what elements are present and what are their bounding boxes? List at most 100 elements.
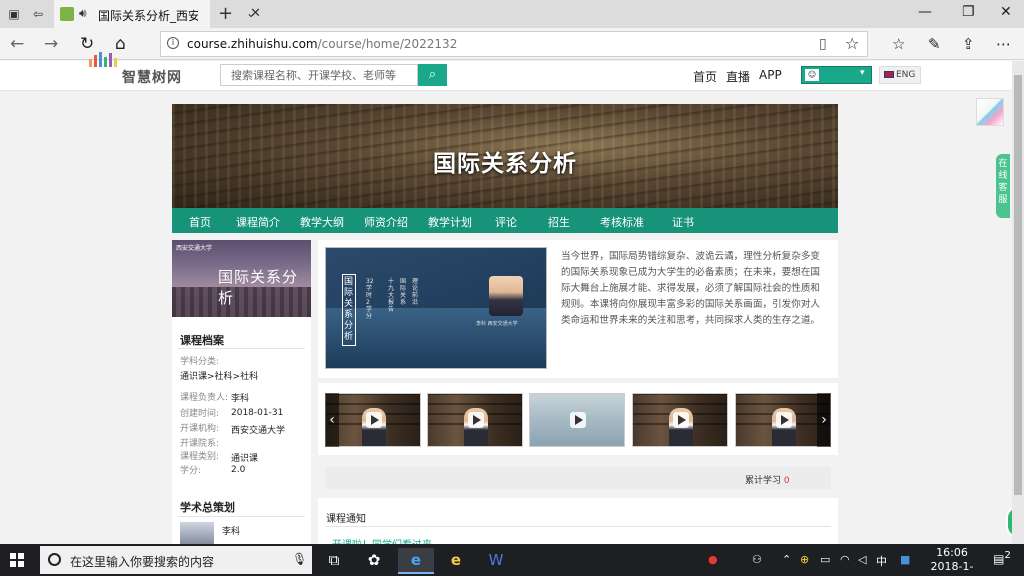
tab-manager-icon[interactable]: ▣ [6, 6, 22, 22]
course-nav-intro[interactable]: 课程简介 [236, 214, 280, 230]
windows-start-icon[interactable] [10, 553, 24, 567]
header-link-home[interactable]: 首页 [693, 68, 717, 85]
video-thumbnail[interactable] [427, 393, 523, 447]
new-tab-icon[interactable]: + [218, 3, 233, 24]
course-search-input[interactable] [220, 64, 418, 86]
tab-preview-chevron-icon[interactable]: ⌄ [246, 6, 256, 20]
planner-heading: 学术总策划 [180, 501, 235, 514]
planner-avatar[interactable] [180, 522, 214, 546]
edge-browser-icon[interactable]: e [398, 548, 434, 574]
language-switch[interactable]: ENG [879, 66, 921, 84]
clock-time: 16:06 [936, 546, 968, 559]
word-app-icon[interactable]: W [478, 548, 514, 574]
planner-name[interactable]: 李科 [222, 524, 240, 537]
course-nav-plan[interactable]: 教学计划 [428, 214, 472, 230]
course-notice-card: 课程通知 开课啦！同学们看过来~ [318, 498, 838, 551]
antivirus-tray-icon[interactable]: ● [708, 553, 718, 566]
windows-taskbar: 在这里输入你要搜索的内容 🎙︎ ⧉ ✿ e e W ● ⚇ ⌃ ⊕ ▭ ◠ ◁ … [0, 544, 1024, 576]
intro-video-player[interactable]: 国际关系分析 32学时 2学分 十九大报告 国际关系 理论前沿 李科 西安交通大… [325, 247, 547, 369]
favorites-hub-icon[interactable]: ☆ [892, 35, 905, 53]
cover-school-caption: 西安交通大学 [176, 245, 213, 252]
play-icon [468, 412, 484, 428]
taskbar-search-box[interactable]: 在这里输入你要搜索的内容 🎙︎ [40, 546, 312, 574]
created-value: 2018-01-31 [231, 408, 284, 418]
play-icon [366, 412, 382, 428]
video-thumbnail[interactable] [529, 393, 625, 447]
browser-tab[interactable]: 🔊︎ 国际关系分析_西安 ✕ [54, 0, 261, 28]
org-value: 西安交通大学 [231, 426, 286, 436]
header-link-live[interactable]: 直播 [726, 68, 750, 85]
video-thumbnail[interactable] [325, 393, 421, 447]
study-count-bar: 累计学习 0 [325, 467, 831, 489]
url-field[interactable]: i course.zhihuishu.com/course/home/20221… [160, 31, 868, 57]
web-note-icon[interactable]: ✎ [928, 35, 941, 53]
online-service-tab[interactable]: 在线客服 [996, 154, 1010, 218]
course-nav-comments[interactable]: 评论 [495, 214, 517, 230]
url-text[interactable]: course.zhihuishu.com/course/home/2022132 [187, 37, 457, 51]
browser-tab-bar: ▣ ⇦ 🔊︎ 国际关系分析_西安 ✕ + ⌄ — ❐ ✕ [0, 0, 1024, 28]
set-aside-tabs-icon[interactable]: ⇦ [30, 6, 46, 22]
video-line: 理论前沿 [412, 278, 419, 306]
ime-indicator[interactable]: 中 [876, 553, 887, 569]
site-logo-text[interactable]: 智慧树网 [122, 67, 182, 87]
favorite-star-icon[interactable]: ☆ [845, 34, 859, 53]
carousel-next-icon[interactable]: › [817, 393, 831, 447]
plus-tray-icon[interactable]: ⊕ [800, 553, 809, 566]
header-link-app[interactable]: APP [759, 68, 782, 82]
back-icon[interactable]: ← [10, 34, 24, 54]
site-info-icon[interactable]: i [167, 37, 179, 49]
course-nav-syllabus[interactable]: 教学大纲 [300, 214, 344, 230]
page-corner-ad[interactable] [976, 98, 1004, 126]
forward-icon[interactable]: → [44, 34, 58, 54]
user-dropdown[interactable]: ☺ ▾ [801, 66, 872, 84]
more-menu-icon[interactable]: ⋯ [996, 35, 1011, 53]
page-scrollbar[interactable] [1012, 61, 1024, 544]
reading-view-icon[interactable]: ▯ [819, 36, 827, 52]
video-thumbnail[interactable] [632, 393, 728, 447]
owner-label: 课程负责人: [180, 393, 229, 403]
volume-icon[interactable]: ◁ [858, 553, 866, 566]
video-credit-text: 32学时 2学分 [366, 278, 374, 320]
ie-browser-icon[interactable]: e [438, 548, 474, 574]
home-icon[interactable]: ⌂ [115, 34, 126, 54]
course-nav-assessment[interactable]: 考核标准 [600, 214, 644, 230]
pinwheel-app-icon[interactable]: ✿ [356, 548, 392, 574]
close-window-icon[interactable]: ✕ [1000, 4, 1012, 20]
battery-icon[interactable]: ▭ [820, 553, 830, 566]
taskbar-search-text: 在这里输入你要搜索的内容 [70, 555, 215, 569]
tray-overflow-icon[interactable]: ⌃ [782, 553, 791, 566]
course-nav-certificate[interactable]: 证书 [672, 214, 694, 230]
course-profile-panel: 西安交通大学 国际关系分析 课程档案 学科分类: 通识课>社科>社科 课程负责人… [172, 240, 311, 546]
minimize-icon[interactable]: — [918, 4, 932, 20]
microphone-icon[interactable]: 🎙︎ [292, 552, 307, 566]
app-tray-icon[interactable]: ■ [900, 553, 910, 566]
video-thumbnail-strip: ‹ › [318, 383, 838, 455]
dropdown-caret-icon: ▾ [860, 68, 865, 78]
carousel-prev-icon[interactable]: ‹ [325, 393, 339, 447]
speaker-icon[interactable]: 🔊︎ [79, 6, 87, 21]
taskbar-clock[interactable]: 16:06 2018-1-31 [924, 546, 980, 576]
task-view-icon[interactable]: ⧉ [316, 548, 352, 574]
action-center-icon[interactable]: ▤2 [992, 550, 1012, 570]
course-nav-enroll[interactable]: 招生 [548, 214, 570, 230]
course-cover-image: 西安交通大学 国际关系分析 [172, 240, 311, 317]
study-count: 累计学习 0 [745, 476, 790, 486]
course-nav-home[interactable]: 首页 [189, 214, 211, 230]
course-nav-faculty[interactable]: 师资介绍 [364, 214, 408, 230]
course-nav: 首页 课程简介 教学大纲 师资介绍 教学计划 评论 招生 考核标准 证书 [172, 208, 838, 233]
credit-label: 学分: [180, 466, 202, 476]
divider [325, 526, 831, 527]
video-line: 十九大报告 [388, 278, 395, 313]
share-icon[interactable]: ⇪ [962, 35, 975, 53]
scrollbar-thumb[interactable] [1014, 75, 1022, 495]
course-intro-card: 国际关系分析 32学时 2学分 十九大报告 国际关系 理论前沿 李科 西安交通大… [318, 240, 838, 378]
dept-label: 开课院系: [180, 439, 220, 449]
play-icon [570, 412, 586, 428]
cortana-icon [48, 553, 61, 566]
wifi-icon[interactable]: ◠ [840, 553, 850, 566]
restore-icon[interactable]: ❐ [962, 4, 975, 20]
refresh-icon[interactable]: ↻ [80, 34, 94, 54]
people-icon[interactable]: ⚇ [752, 553, 762, 566]
search-icon: ⌕ [428, 67, 437, 82]
search-button[interactable]: ⌕ [418, 64, 447, 86]
